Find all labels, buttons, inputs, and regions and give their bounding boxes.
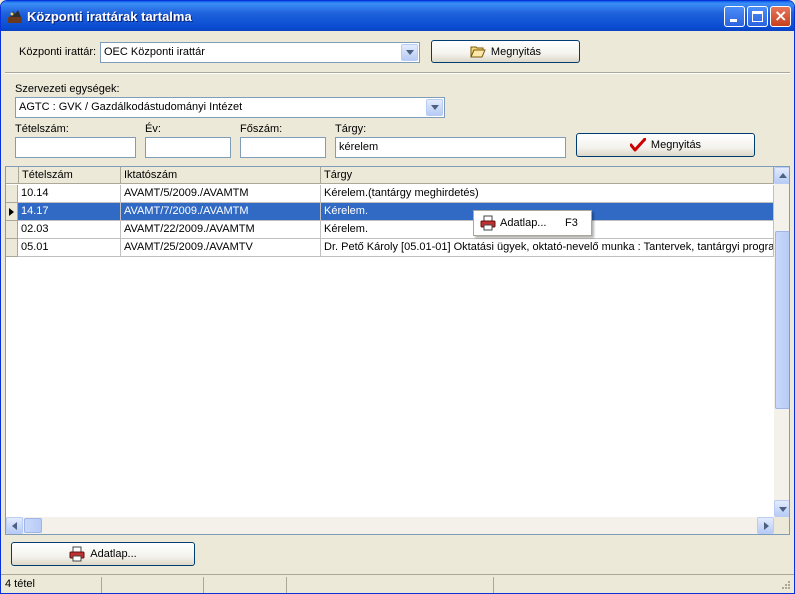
status-bar: 4 tétel (1, 574, 794, 593)
status-pane (102, 577, 204, 593)
main-no-label: Főszám: (240, 123, 283, 135)
maximize-icon (752, 11, 763, 22)
maximize-button[interactable] (747, 6, 768, 27)
context-menu: Adatlap... F3 (473, 210, 592, 236)
header-item-no[interactable]: Tételszám (19, 167, 121, 184)
status-pane (204, 577, 287, 593)
archive-open-button[interactable]: Megnyitás (431, 40, 580, 63)
archive-select-value: OEC Központi irattár (104, 46, 205, 58)
divider (5, 72, 790, 74)
scroll-down-button[interactable] (774, 500, 789, 517)
window-title: Központi irattárak tartalma (27, 9, 192, 24)
cell-item-no: 10.14 (18, 185, 121, 203)
cell-reg-no: AVAMT/5/2009./AVAMTM (121, 185, 321, 203)
unit-select-value: AGTC : GVK / Gazdálkodástudományi Intéze… (19, 101, 243, 113)
archive-label: Központi irattár: (19, 46, 97, 58)
close-button[interactable]: × (770, 6, 791, 27)
context-menu-shortcut: F3 (565, 217, 578, 229)
cell-subject: Kérelem.(tantárgy meghirdetés) (321, 185, 774, 203)
scroll-up-button[interactable] (774, 167, 789, 184)
status-pane (287, 577, 494, 593)
results-grid[interactable]: Tételszám Iktatószám Tárgy 10.14 AVAMT/5… (5, 166, 790, 535)
current-row-arrow-icon (9, 208, 14, 216)
datasheet-button-label: Adatlap... (90, 548, 137, 560)
item-no-input[interactable] (15, 137, 136, 158)
close-icon: × (774, 6, 788, 25)
minimize-icon (730, 19, 737, 22)
scroll-right-button[interactable] (757, 517, 774, 534)
main-no-input[interactable] (240, 137, 326, 158)
context-menu-item-datasheet[interactable]: Adatlap... F3 (476, 213, 589, 233)
minimize-button[interactable] (724, 6, 745, 27)
printer-icon (69, 546, 85, 562)
cell-subject: Dr. Pető Károly [05.01-01] Oktatási ügye… (321, 239, 774, 257)
row-indicator[interactable] (6, 221, 18, 239)
horizontal-scroll-thumb[interactable] (24, 518, 42, 533)
folder-open-icon (470, 46, 486, 58)
archive-app-icon (8, 10, 22, 23)
subject-input[interactable]: kérelem (335, 137, 566, 158)
archive-select[interactable]: OEC Központi irattár (100, 42, 420, 63)
subject-label: Tárgy: (335, 123, 367, 135)
vertical-scroll-thumb[interactable] (775, 231, 789, 409)
resize-grip-icon[interactable] (779, 580, 791, 592)
table-row[interactable]: 02.03 AVAMT/22/2009./AVAMTM Kérelem. (6, 221, 774, 239)
cell-item-no: 14.17 (18, 203, 121, 221)
header-indicator (6, 167, 19, 184)
unit-select[interactable]: AGTC : GVK / Gazdálkodástudományi Intéze… (15, 97, 445, 118)
year-label: Év: (145, 123, 161, 135)
table-row[interactable]: 10.14 AVAMT/5/2009./AVAMTM Kérelem.(tant… (6, 185, 774, 203)
chevron-down-icon[interactable] (426, 99, 443, 116)
horizontal-scrollbar[interactable] (6, 517, 774, 534)
arrow-right-icon (764, 522, 769, 530)
year-input[interactable] (145, 137, 231, 158)
grid-header: Tételszám Iktatószám Tárgy (6, 167, 774, 184)
arrow-down-icon (779, 507, 787, 512)
context-menu-label: Adatlap... (500, 217, 547, 229)
scroll-corner (774, 517, 789, 534)
checkmark-icon (629, 138, 646, 152)
main-window: Központi irattárak tartalma × Központi i… (0, 0, 795, 594)
filter-open-label: Megnyitás (650, 139, 702, 151)
title-bar[interactable]: Központi irattárak tartalma × (1, 1, 794, 31)
header-reg-no[interactable]: Iktatószám (121, 167, 321, 184)
chevron-down-icon[interactable] (401, 44, 418, 61)
scroll-left-button[interactable] (6, 517, 23, 534)
vertical-scrollbar[interactable] (774, 167, 789, 517)
unit-label: Szervezeti egységek: (15, 83, 120, 95)
cell-item-no: 02.03 (18, 221, 121, 239)
cell-reg-no: AVAMT/7/2009./AVAMTM (121, 203, 321, 221)
table-row[interactable]: 05.01 AVAMT/25/2009./AVAMTV Dr. Pető Kár… (6, 239, 774, 257)
printer-icon (480, 215, 496, 231)
arrow-left-icon (12, 522, 17, 530)
row-indicator[interactable] (6, 203, 18, 221)
cell-item-no: 05.01 (18, 239, 121, 257)
cell-reg-no: AVAMT/25/2009./AVAMTV (121, 239, 321, 257)
datasheet-button[interactable]: Adatlap... (11, 542, 195, 566)
header-subject[interactable]: Tárgy (321, 167, 774, 184)
cell-reg-no: AVAMT/22/2009./AVAMTM (121, 221, 321, 239)
archive-open-label: Megnyitás (490, 45, 542, 58)
filter-open-button[interactable]: Megnyitás (576, 133, 755, 157)
row-indicator[interactable] (6, 185, 18, 203)
row-indicator[interactable] (6, 239, 18, 257)
status-count: 4 tétel (1, 577, 102, 593)
table-row-selected[interactable]: 14.17 AVAMT/7/2009./AVAMTM Kérelem. (6, 203, 774, 221)
item-no-label: Tételszám: (15, 123, 69, 135)
arrow-up-icon (779, 173, 787, 178)
